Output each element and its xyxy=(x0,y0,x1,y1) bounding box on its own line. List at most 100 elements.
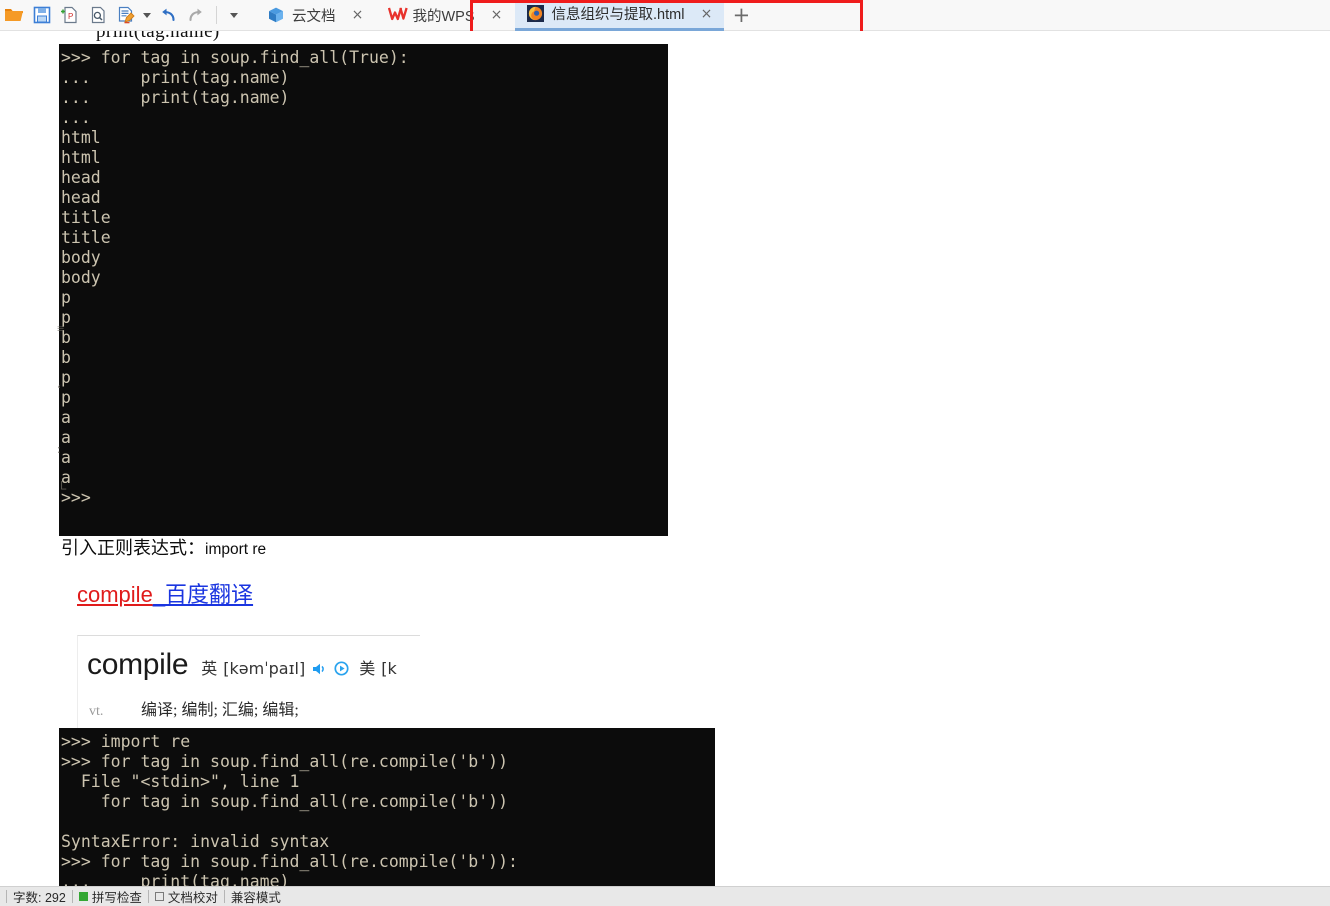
link-red-part[interactable]: compile xyxy=(77,582,153,607)
ghost-glyph xyxy=(57,461,69,481)
terminal-line: b xyxy=(61,348,71,367)
terminal-line: a xyxy=(61,428,71,447)
terminal-line: html xyxy=(61,148,101,167)
doc-proof-indicator-icon xyxy=(154,892,164,901)
ghost-glyph: ‘ xyxy=(57,381,62,396)
status-divider xyxy=(6,890,7,903)
terminal-line: title xyxy=(61,208,111,227)
tab-label: 我的WPS xyxy=(412,8,475,25)
uk-phonetic: [kəmˈpaɪl] xyxy=(223,659,306,678)
tab-label: 云文档 xyxy=(292,8,336,25)
paragraph-code-text: import re xyxy=(205,541,267,558)
ghost-text-bleed: ≡ ‘: └ xyxy=(57,321,69,501)
status-divider xyxy=(71,890,73,903)
terminal-line: a xyxy=(61,468,71,487)
speaker-icon-uk[interactable] xyxy=(312,662,327,681)
top-toolbar: P 云文档 × 我的WPS × 信息组织与提取.html × + xyxy=(0,0,1330,31)
terminal-line: p xyxy=(61,308,71,327)
terminal-line: File "<stdin>", line 1 xyxy=(61,772,300,791)
uk-label: 英 xyxy=(201,659,218,678)
terminal-line: >>> for tag in soup.find_all(re.compile(… xyxy=(61,852,518,871)
toolbar-divider xyxy=(216,6,217,24)
firefox-icon xyxy=(526,4,545,23)
terminal-line: html xyxy=(61,128,101,147)
ghost-glyph xyxy=(57,421,69,441)
ghost-glyph xyxy=(57,341,69,361)
terminal-line: a xyxy=(61,448,71,467)
status-bar: 字数: 292 拼写检查 文档校对 兼容模式 xyxy=(0,886,1330,906)
ghost-glyph xyxy=(57,361,69,381)
toolbar-overflow-caret[interactable] xyxy=(223,2,245,28)
terminal-line: body xyxy=(61,248,101,267)
play-circle-icon-uk[interactable] xyxy=(334,661,349,681)
chevron-down-icon xyxy=(230,12,238,18)
redo-icon[interactable] xyxy=(183,2,209,28)
wps-logo-icon xyxy=(387,6,408,24)
ghost-glyph: : xyxy=(57,441,61,456)
terminal-line: b xyxy=(61,328,71,347)
print-preview-icon[interactable] xyxy=(85,2,111,28)
status-divider xyxy=(147,890,149,903)
terminal-line: ... xyxy=(61,108,91,127)
new-tab-button[interactable]: + xyxy=(724,0,758,31)
clipped-top-text: print(tag.name) xyxy=(96,31,220,42)
status-doc-proof[interactable]: 文档校对 xyxy=(154,887,218,906)
terminal-line: p xyxy=(61,368,71,387)
tab-active-html-file[interactable]: 信息组织与提取.html × xyxy=(514,0,725,31)
status-compat-mode[interactable]: 兼容模式 xyxy=(231,887,281,906)
terminal-screenshot-2: >>> import re >>> for tag in soup.find_al… xyxy=(59,728,715,886)
terminal-line: ... print(tag.name) xyxy=(61,68,290,87)
tab-label: 信息组织与提取.html xyxy=(551,7,685,23)
status-doc-proof-label: 文档校对 xyxy=(167,891,218,905)
tab-strip: 云文档 × 我的WPS × 信息组织与提取.html × + xyxy=(255,0,1330,31)
terminal-line: ... print(tag.name) xyxy=(61,88,290,107)
chevron-down-icon xyxy=(143,12,151,18)
tab-cloud-doc[interactable]: 云文档 × xyxy=(255,0,376,31)
terminal-line: >>> import re xyxy=(61,732,191,751)
link-compile-baidu-translate[interactable]: compile_百度翻译 xyxy=(77,577,253,609)
status-spell-check[interactable]: 拼写检查 xyxy=(78,887,142,906)
part-of-speech: vt. xyxy=(89,704,104,719)
terminal-line: SyntaxError: invalid syntax xyxy=(61,832,330,851)
terminal-line: title xyxy=(61,228,111,247)
us-phonetic: [k xyxy=(381,659,397,678)
terminal-line: p xyxy=(61,288,71,307)
paragraph-import-re: 引入正则表达式：import re xyxy=(61,534,266,560)
spell-check-indicator-icon xyxy=(78,892,88,901)
ghost-glyph xyxy=(57,401,69,421)
tab-close-icon[interactable]: × xyxy=(489,8,505,22)
terminal-line: >>> for tag in soup.find_all(re.compile(… xyxy=(61,752,509,771)
export-pdf-icon[interactable]: P xyxy=(57,2,83,28)
definition-text: 编译; 编制; 汇编; 编辑; xyxy=(141,702,299,719)
cloud-doc-icon xyxy=(267,6,285,24)
status-word-count[interactable]: 字数: 292 xyxy=(13,887,66,906)
terminal-line: >>> for tag in soup.find_all(True): xyxy=(61,48,409,67)
save-icon[interactable] xyxy=(29,2,55,28)
document-edit-icon[interactable] xyxy=(113,2,139,28)
paragraph-cn-text: 引入正则表达式： xyxy=(61,538,205,558)
us-label: 美 xyxy=(359,659,376,678)
terminal-line: for tag in soup.find_all(re.compile('b')… xyxy=(61,792,509,811)
terminal-line: ... print(tag.name) xyxy=(61,872,290,886)
link-blue-part[interactable]: _百度翻译 xyxy=(153,582,253,607)
terminal-line: p xyxy=(61,388,71,407)
terminal-line: head xyxy=(61,188,101,207)
terminal-screenshot-1: >>> for tag in soup.find_all(True):... p… xyxy=(59,44,668,536)
document-edit-dropdown-caret[interactable] xyxy=(140,2,154,28)
dictionary-definition-row: vt. 编译; 编制; 汇编; 编辑; xyxy=(89,696,299,720)
tab-close-icon[interactable]: × xyxy=(698,7,714,21)
document-canvas[interactable]: print(tag.name) >>> for tag in soup.find… xyxy=(0,31,1330,886)
tab-close-icon[interactable]: × xyxy=(350,8,366,22)
dictionary-word: compile xyxy=(87,648,189,681)
ghost-glyph: └ xyxy=(57,481,67,496)
ghost-glyph: ≡ xyxy=(57,321,65,336)
terminal-line: a xyxy=(61,408,71,427)
tab-my-wps[interactable]: 我的WPS × xyxy=(376,0,515,31)
terminal-line: >>> xyxy=(61,488,91,507)
undo-icon[interactable] xyxy=(155,2,181,28)
status-divider xyxy=(223,890,225,903)
terminal-line: head xyxy=(61,168,101,187)
open-folder-icon[interactable] xyxy=(1,2,27,28)
svg-text:P: P xyxy=(68,12,73,21)
